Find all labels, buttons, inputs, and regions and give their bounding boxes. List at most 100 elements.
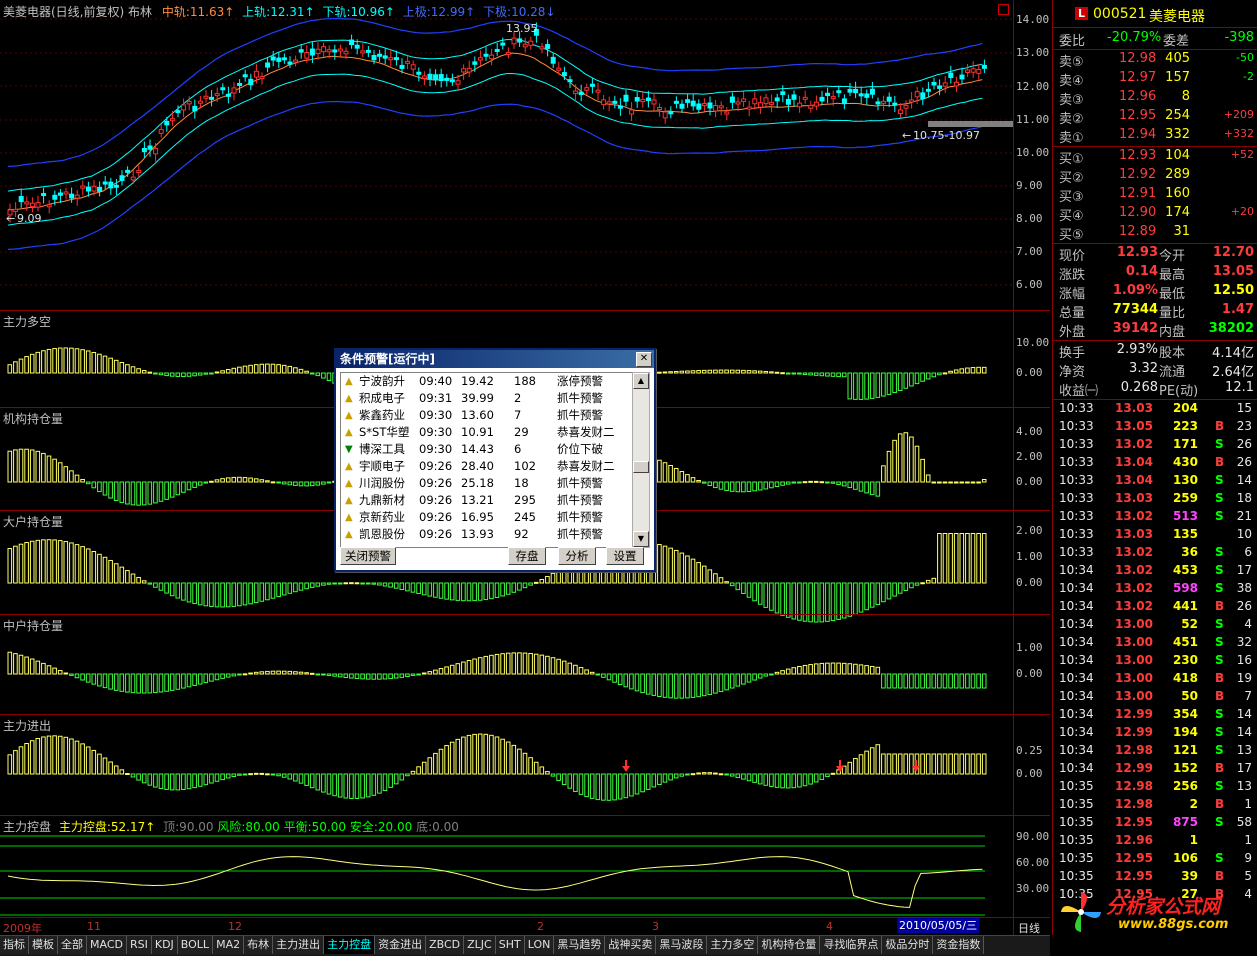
- bid-label: 买②: [1059, 171, 1084, 186]
- settings-button[interactable]: 设置: [606, 547, 644, 565]
- maximize-box-icon[interactable]: [998, 4, 1009, 15]
- zhuli-jinchu-bar: [382, 773, 388, 792]
- zhonghu-bar: [298, 671, 304, 675]
- tab-20[interactable]: 机构持仓量: [758, 936, 821, 954]
- jigou-bar: [841, 481, 847, 487]
- stock-name: 美菱电器: [1149, 9, 1205, 25]
- ask-row[interactable]: 卖② 12.95 254 +209: [1057, 108, 1256, 127]
- zhuli-jinchu-bar: [791, 773, 797, 789]
- up-arrow-icon: ↑: [304, 5, 315, 19]
- dahu-bar: [909, 582, 914, 589]
- scroll-up-icon[interactable]: ▲: [633, 373, 649, 389]
- scroll-thumb[interactable]: [633, 461, 649, 473]
- tab-22[interactable]: 极品分时: [882, 936, 934, 954]
- tab-14[interactable]: SHT: [495, 936, 525, 954]
- alert-row[interactable]: ▲ 凯恩股份 09:26 13.93 92 抓牛预警: [341, 526, 631, 543]
- tick-price: 13.03: [1115, 491, 1153, 505]
- candle-body: [841, 98, 847, 105]
- zhonghu-bar: [186, 673, 192, 688]
- dahu-bar: [365, 582, 371, 585]
- tab-6[interactable]: BOLL: [177, 936, 214, 954]
- alert-row[interactable]: ▲ 积成电子 09:31 39.99 2 抓牛预警: [341, 390, 631, 407]
- bid-volume: 160: [1165, 186, 1190, 201]
- tab-8[interactable]: 布林: [244, 936, 274, 954]
- zhonghu-bar: [511, 652, 517, 675]
- dahu-bar: [181, 582, 186, 601]
- tab-19[interactable]: 主力多空: [707, 936, 759, 954]
- tab-16[interactable]: 黑马趋势: [554, 936, 606, 954]
- bid-row[interactable]: 买⑤ 12.89 31: [1057, 224, 1256, 243]
- bid-row[interactable]: 买② 12.92 289: [1057, 167, 1256, 186]
- candle-body: [466, 67, 472, 73]
- alert-row[interactable]: ▲ 川润股份 09:26 25.18 18 抓牛预警: [341, 475, 631, 492]
- dialog-titlebar[interactable]: 条件预警[运行中] ✕: [336, 350, 654, 368]
- tab-7[interactable]: MA2: [213, 936, 245, 954]
- dahu-bar: [270, 582, 276, 599]
- ask-row[interactable]: 卖⑤ 12.98 405 -50: [1057, 51, 1256, 70]
- ask-row[interactable]: 卖③ 12.96 8: [1057, 89, 1256, 108]
- alert-row[interactable]: ▲ S*ST华塑 09:30 10.91 29 恭喜发财二: [341, 424, 631, 441]
- alert-row[interactable]: ▲ 京新药业 09:26 16.95 245 抓牛预警: [341, 509, 631, 526]
- alert-row[interactable]: ▲ 宁波韵升 09:40 19.42 188 涨停预警: [341, 373, 631, 390]
- tick-side: B: [1215, 455, 1225, 469]
- alert-list-scrollbar[interactable]: ▲ ▼: [632, 372, 650, 548]
- dahu-bar: [897, 582, 903, 594]
- candle-body: [449, 79, 455, 83]
- bid-price: 12.90: [1119, 205, 1157, 220]
- tab-0[interactable]: 指标: [0, 936, 29, 954]
- candle-body: [741, 98, 747, 103]
- stat-value: 13.05: [1212, 264, 1254, 279]
- alert-signal: 恭喜发财二: [557, 459, 615, 473]
- alert-row[interactable]: ▲ 紫鑫药业 09:30 13.60 7 抓牛预警: [341, 407, 631, 424]
- tab-18[interactable]: 黑马波段: [656, 936, 708, 954]
- alert-row[interactable]: ▲ 九鼎新材 09:26 13.21 295 抓牛预警: [341, 492, 631, 509]
- tick-volume: 430: [1172, 455, 1198, 469]
- jigou-bar: [785, 481, 791, 485]
- tab-17[interactable]: 战神买卖: [605, 936, 657, 954]
- chart-area[interactable]: 美菱电器(日线,前复权) 布林 中轨:11.63↑ 上轨:12.31↑ 下轨:1…: [0, 0, 1050, 935]
- tab-4[interactable]: RSI: [126, 936, 152, 954]
- tab-15[interactable]: LON: [524, 936, 555, 954]
- bid-row[interactable]: 买① 12.93 104 +52: [1057, 148, 1256, 167]
- tab-11[interactable]: 资金进出: [375, 936, 427, 954]
- tick-count: 26: [1236, 599, 1252, 613]
- candle-body: [780, 91, 786, 95]
- ask-row[interactable]: 卖① 12.94 332 +332: [1057, 127, 1256, 146]
- close-icon[interactable]: ✕: [636, 352, 652, 367]
- tab-13[interactable]: ZLJC: [464, 936, 496, 954]
- tab-23[interactable]: 资金指数: [933, 936, 985, 954]
- alert-list[interactable]: ▲ 宁波韵升 09:40 19.42 188 涨停预警 ▲ 积成电子 09:31 39.99 2 抓牛…: [340, 372, 634, 548]
- candle-body: [197, 100, 203, 104]
- analyze-button[interactable]: 分析: [558, 547, 596, 565]
- tick-side: S: [1215, 617, 1224, 631]
- save-button[interactable]: 存盘: [508, 547, 546, 565]
- jigou-bar: [276, 481, 281, 484]
- tab-9[interactable]: 主力进出: [273, 936, 325, 954]
- ask-row[interactable]: 卖④ 12.97 157 -2: [1057, 70, 1256, 89]
- tab-12[interactable]: ZBCD: [426, 936, 465, 954]
- alert-stock-name: S*ST华塑: [359, 425, 410, 439]
- zhuli-duokong-bar: [953, 369, 959, 374]
- quote-stat-row: 涨跌 0.14 最高 13.05: [1057, 264, 1256, 283]
- tick-volume: 135: [1172, 527, 1198, 541]
- alert-row[interactable]: ▲ 宇顺电子 09:26 28.40 102 恭喜发财二: [341, 458, 631, 475]
- scroll-down-icon[interactable]: ▼: [633, 531, 649, 547]
- condition-alert-dialog[interactable]: 条件预警[运行中] ✕ ▲ 宁波韵升 09:40 19.42 188 涨停预警 ▲ 积成电子 0…: [334, 348, 656, 572]
- zhonghu-bar: [209, 673, 214, 682]
- alert-row[interactable]: ▼ 博深工具 09:30 14.43 6 价位下破: [341, 441, 631, 458]
- tab-2[interactable]: 全部: [58, 936, 87, 954]
- tab-3[interactable]: MACD: [87, 936, 127, 954]
- tab-1[interactable]: 模板: [29, 936, 58, 954]
- period-label[interactable]: 日线: [1018, 920, 1040, 936]
- tab-5[interactable]: KDJ: [151, 936, 178, 954]
- close-alert-button[interactable]: 关闭预警: [340, 547, 396, 565]
- tick-row: 10:33 13.02 171 S 26: [1057, 437, 1256, 455]
- tab-10[interactable]: 主力控盘: [324, 936, 376, 954]
- jigou-bar: [830, 481, 836, 484]
- bid-row[interactable]: 买③ 12.91 160: [1057, 186, 1256, 205]
- ask-price: 12.97: [1119, 70, 1157, 85]
- bid-row[interactable]: 买④ 12.90 174 +20: [1057, 205, 1256, 224]
- alert-time: 09:31: [419, 391, 453, 405]
- tab-21[interactable]: 寻找临界点: [820, 936, 883, 954]
- zhonghu-bar: [343, 673, 349, 678]
